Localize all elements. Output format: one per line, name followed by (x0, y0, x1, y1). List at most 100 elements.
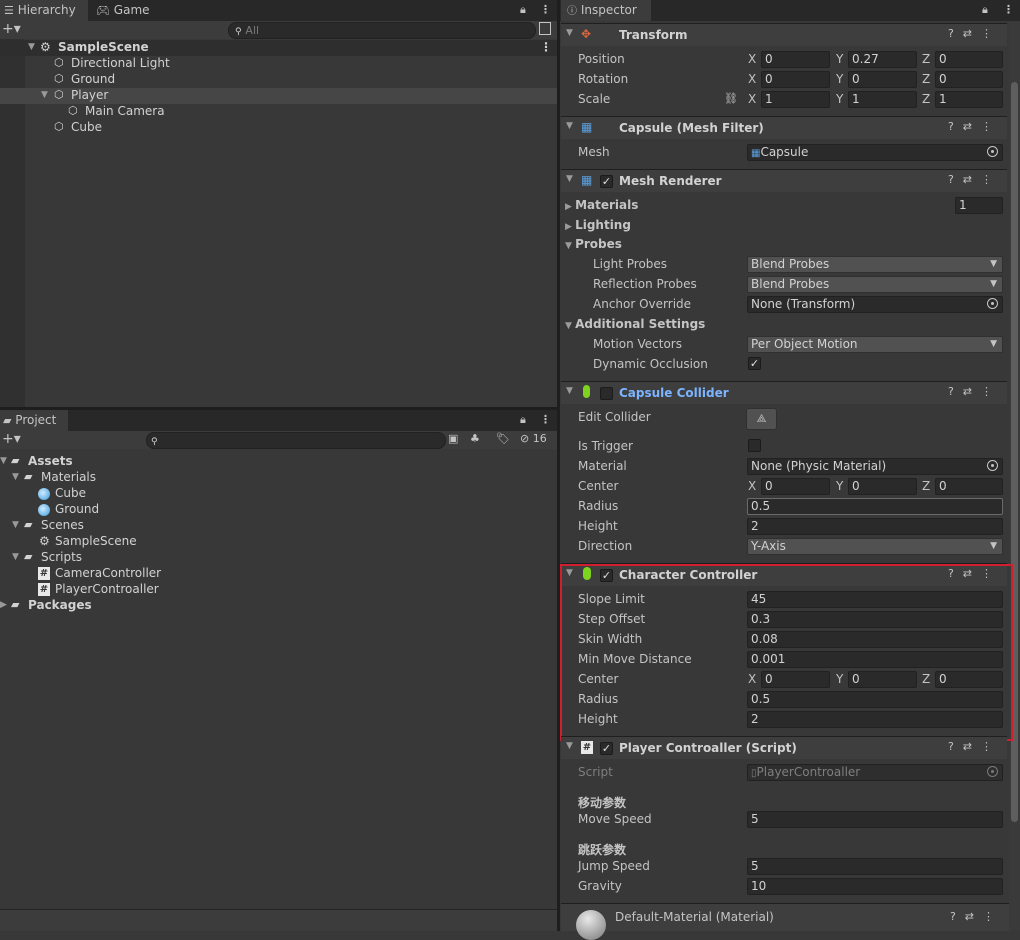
collider-center-x-field[interactable]: 0 (761, 478, 830, 495)
position-y-field[interactable]: 0.27 (848, 51, 917, 68)
rotation-x-field[interactable]: 0 (761, 71, 830, 88)
jump-speed-field[interactable]: 5 (747, 858, 1003, 875)
additional-settings-foldout[interactable]: ▼ Additional Settings (565, 317, 705, 331)
project-item-scenes[interactable]: ▼ ▰ Scenes (0, 518, 557, 534)
enabled-checkbox[interactable]: ✓ (600, 175, 613, 188)
capsule-collider-header[interactable]: ▼ Capsule Collider ?⇄⋮ (561, 381, 1007, 404)
collider-center-z-field[interactable]: 0 (935, 478, 1003, 495)
mesh-filter-header[interactable]: ▼ ▦ Capsule (Mesh Filter) ?⇄⋮ (561, 116, 1007, 139)
tag-icon[interactable]: 🏷︎ (496, 432, 510, 445)
player-controller-header[interactable]: ▼ # ✓ Player Controaller (Script) ?⇄⋮ (561, 736, 1007, 759)
header-actions[interactable]: ?⇄⋮ (948, 27, 1001, 40)
scale-x-field[interactable]: 1 (761, 91, 830, 108)
more-menu-icon[interactable]: ⋮ (1003, 3, 1014, 16)
hierarchy-item-cube[interactable]: ⬡ Cube (0, 120, 557, 136)
lock-icon[interactable]: 🔒︎ (520, 413, 526, 427)
move-speed-field[interactable]: 5 (747, 811, 1003, 828)
hierarchy-item-ground[interactable]: ⬡ Ground (0, 72, 557, 88)
more-menu-icon[interactable]: ⋮ (540, 3, 551, 16)
inspector-scrollbar[interactable] (1009, 22, 1020, 931)
material-header[interactable]: Default-Material (Material) ?⇄⋮ (561, 903, 1009, 940)
rotation-z-field[interactable]: 0 (935, 71, 1003, 88)
materials-foldout[interactable]: ▶ Materials (565, 198, 638, 212)
project-item-materials[interactable]: ▼ ▰ Materials (0, 470, 557, 486)
header-actions[interactable]: ?⇄⋮ (950, 910, 1003, 923)
object-picker-icon[interactable] (987, 460, 998, 471)
link-scale-icon[interactable]: ⛓ (724, 92, 738, 105)
project-item-cameracontroller[interactable]: # CameraController (0, 566, 557, 582)
header-actions[interactable]: ?⇄⋮ (948, 120, 1001, 133)
enabled-checkbox[interactable]: ✓ (600, 742, 613, 755)
lock-icon[interactable]: 🔒︎ (520, 3, 526, 17)
hierarchy-search-input[interactable]: ⚲ All (228, 22, 536, 39)
fold-arrow-icon[interactable]: ▼ (0, 456, 7, 466)
transform-header[interactable]: ▼ ✥ Transform ?⇄⋮ (561, 23, 1007, 46)
tab-project[interactable]: ▰ Project (0, 410, 68, 431)
position-x-field[interactable]: 0 (761, 51, 830, 68)
probes-foldout[interactable]: ▼ Probes (565, 237, 622, 251)
mesh-renderer-header[interactable]: ▼ ▦ ✓ Mesh Renderer ?⇄⋮ (561, 169, 1007, 192)
hierarchy-item-directional-light[interactable]: ⬡ Directional Light (0, 56, 557, 72)
project-item-assets[interactable]: ▼ ▰ Assets (0, 454, 557, 470)
header-actions[interactable]: ?⇄⋮ (948, 740, 1001, 753)
scale-y-field[interactable]: 1 (848, 91, 917, 108)
project-item-scripts[interactable]: ▼ ▰ Scripts (0, 550, 557, 566)
mesh-object-field[interactable]: ▦Capsule (747, 144, 1003, 161)
search-options-icon[interactable] (539, 22, 551, 35)
search-by-label-icon[interactable]: ♣ (470, 432, 480, 445)
rotation-y-field[interactable]: 0 (848, 71, 917, 88)
hierarchy-item-player[interactable]: ▼ ⬡ Player (0, 88, 557, 104)
header-actions[interactable]: ?⇄⋮ (948, 385, 1001, 398)
create-asset-button[interactable]: +▾ (2, 431, 21, 447)
tab-inspector[interactable]: ⓘ Inspector (561, 0, 651, 21)
collider-radius-field[interactable]: 0.5 (747, 498, 1003, 515)
project-item-samplescene[interactable]: ⚙ SampleScene (0, 534, 557, 550)
project-search-input[interactable]: ⚲ (146, 432, 446, 449)
motion-vectors-dropdown[interactable]: Per Object Motion ▼ (747, 336, 1003, 353)
fold-arrow-icon[interactable]: ▼ (12, 472, 19, 482)
add-object-button[interactable]: +▾ (2, 21, 21, 37)
hierarchy-item-main-camera[interactable]: ⬡ Main Camera (0, 104, 557, 120)
fold-arrow-icon[interactable]: ▼ (566, 386, 573, 396)
project-item-playercontroaller[interactable]: # PlayerControaller (0, 582, 557, 598)
object-picker-icon[interactable] (987, 298, 998, 309)
tab-hierarchy[interactable]: ☰ Hierarchy (0, 0, 88, 21)
position-z-field[interactable]: 0 (935, 51, 1003, 68)
scene-row[interactable]: ▼ ⚙ SampleScene ⋮ (0, 40, 557, 56)
materials-count-field[interactable]: 1 (955, 197, 1003, 214)
is-trigger-checkbox[interactable] (748, 439, 761, 452)
more-menu-icon[interactable]: ⋮ (540, 413, 551, 426)
edit-collider-button[interactable]: ⟁ (746, 408, 777, 430)
collider-height-field[interactable]: 2 (747, 518, 1003, 535)
gravity-field[interactable]: 10 (747, 878, 1003, 895)
vertical-split-handle[interactable] (557, 0, 560, 931)
tab-game[interactable]: 🎮︎ Game (96, 0, 166, 21)
light-probes-dropdown[interactable]: Blend Probes ▼ (747, 256, 1003, 273)
fold-arrow-icon[interactable]: ▼ (41, 90, 48, 100)
fold-arrow-icon[interactable]: ▼ (566, 741, 573, 751)
object-picker-icon[interactable] (987, 146, 998, 157)
hidden-packages-toggle[interactable]: ⊘ 16 (520, 432, 547, 445)
anchor-override-field[interactable]: None (Transform) (747, 296, 1003, 313)
direction-dropdown[interactable]: Y-Axis ▼ (747, 538, 1003, 555)
dynamic-occlusion-checkbox[interactable]: ✓ (748, 357, 761, 370)
physic-material-field[interactable]: None (Physic Material) (747, 458, 1003, 475)
collider-center-y-field[interactable]: 0 (848, 478, 917, 495)
fold-arrow-icon[interactable]: ▼ (566, 121, 573, 131)
search-by-type-icon[interactable]: ▣ (448, 432, 458, 445)
reflection-probes-dropdown[interactable]: Blend Probes ▼ (747, 276, 1003, 293)
project-item-ground-material[interactable]: Ground (0, 502, 557, 518)
fold-arrow-icon[interactable]: ▼ (12, 552, 19, 562)
lighting-foldout[interactable]: ▶ Lighting (565, 218, 631, 232)
lock-icon[interactable]: 🔒︎ (982, 3, 988, 17)
fold-arrow-icon[interactable]: ▼ (12, 520, 19, 530)
scene-menu-icon[interactable]: ⋮ (540, 40, 552, 54)
scale-z-field[interactable]: 1 (935, 91, 1003, 108)
header-actions[interactable]: ?⇄⋮ (948, 173, 1001, 186)
project-item-packages[interactable]: ▶ ▰ Packages (0, 598, 557, 614)
project-item-cube-material[interactable]: Cube (0, 486, 557, 502)
fold-arrow-icon[interactable]: ▶ (0, 600, 7, 610)
fold-arrow-icon[interactable]: ▼ (566, 174, 573, 184)
enabled-checkbox[interactable] (600, 387, 613, 400)
fold-arrow-icon[interactable]: ▼ (566, 28, 573, 38)
